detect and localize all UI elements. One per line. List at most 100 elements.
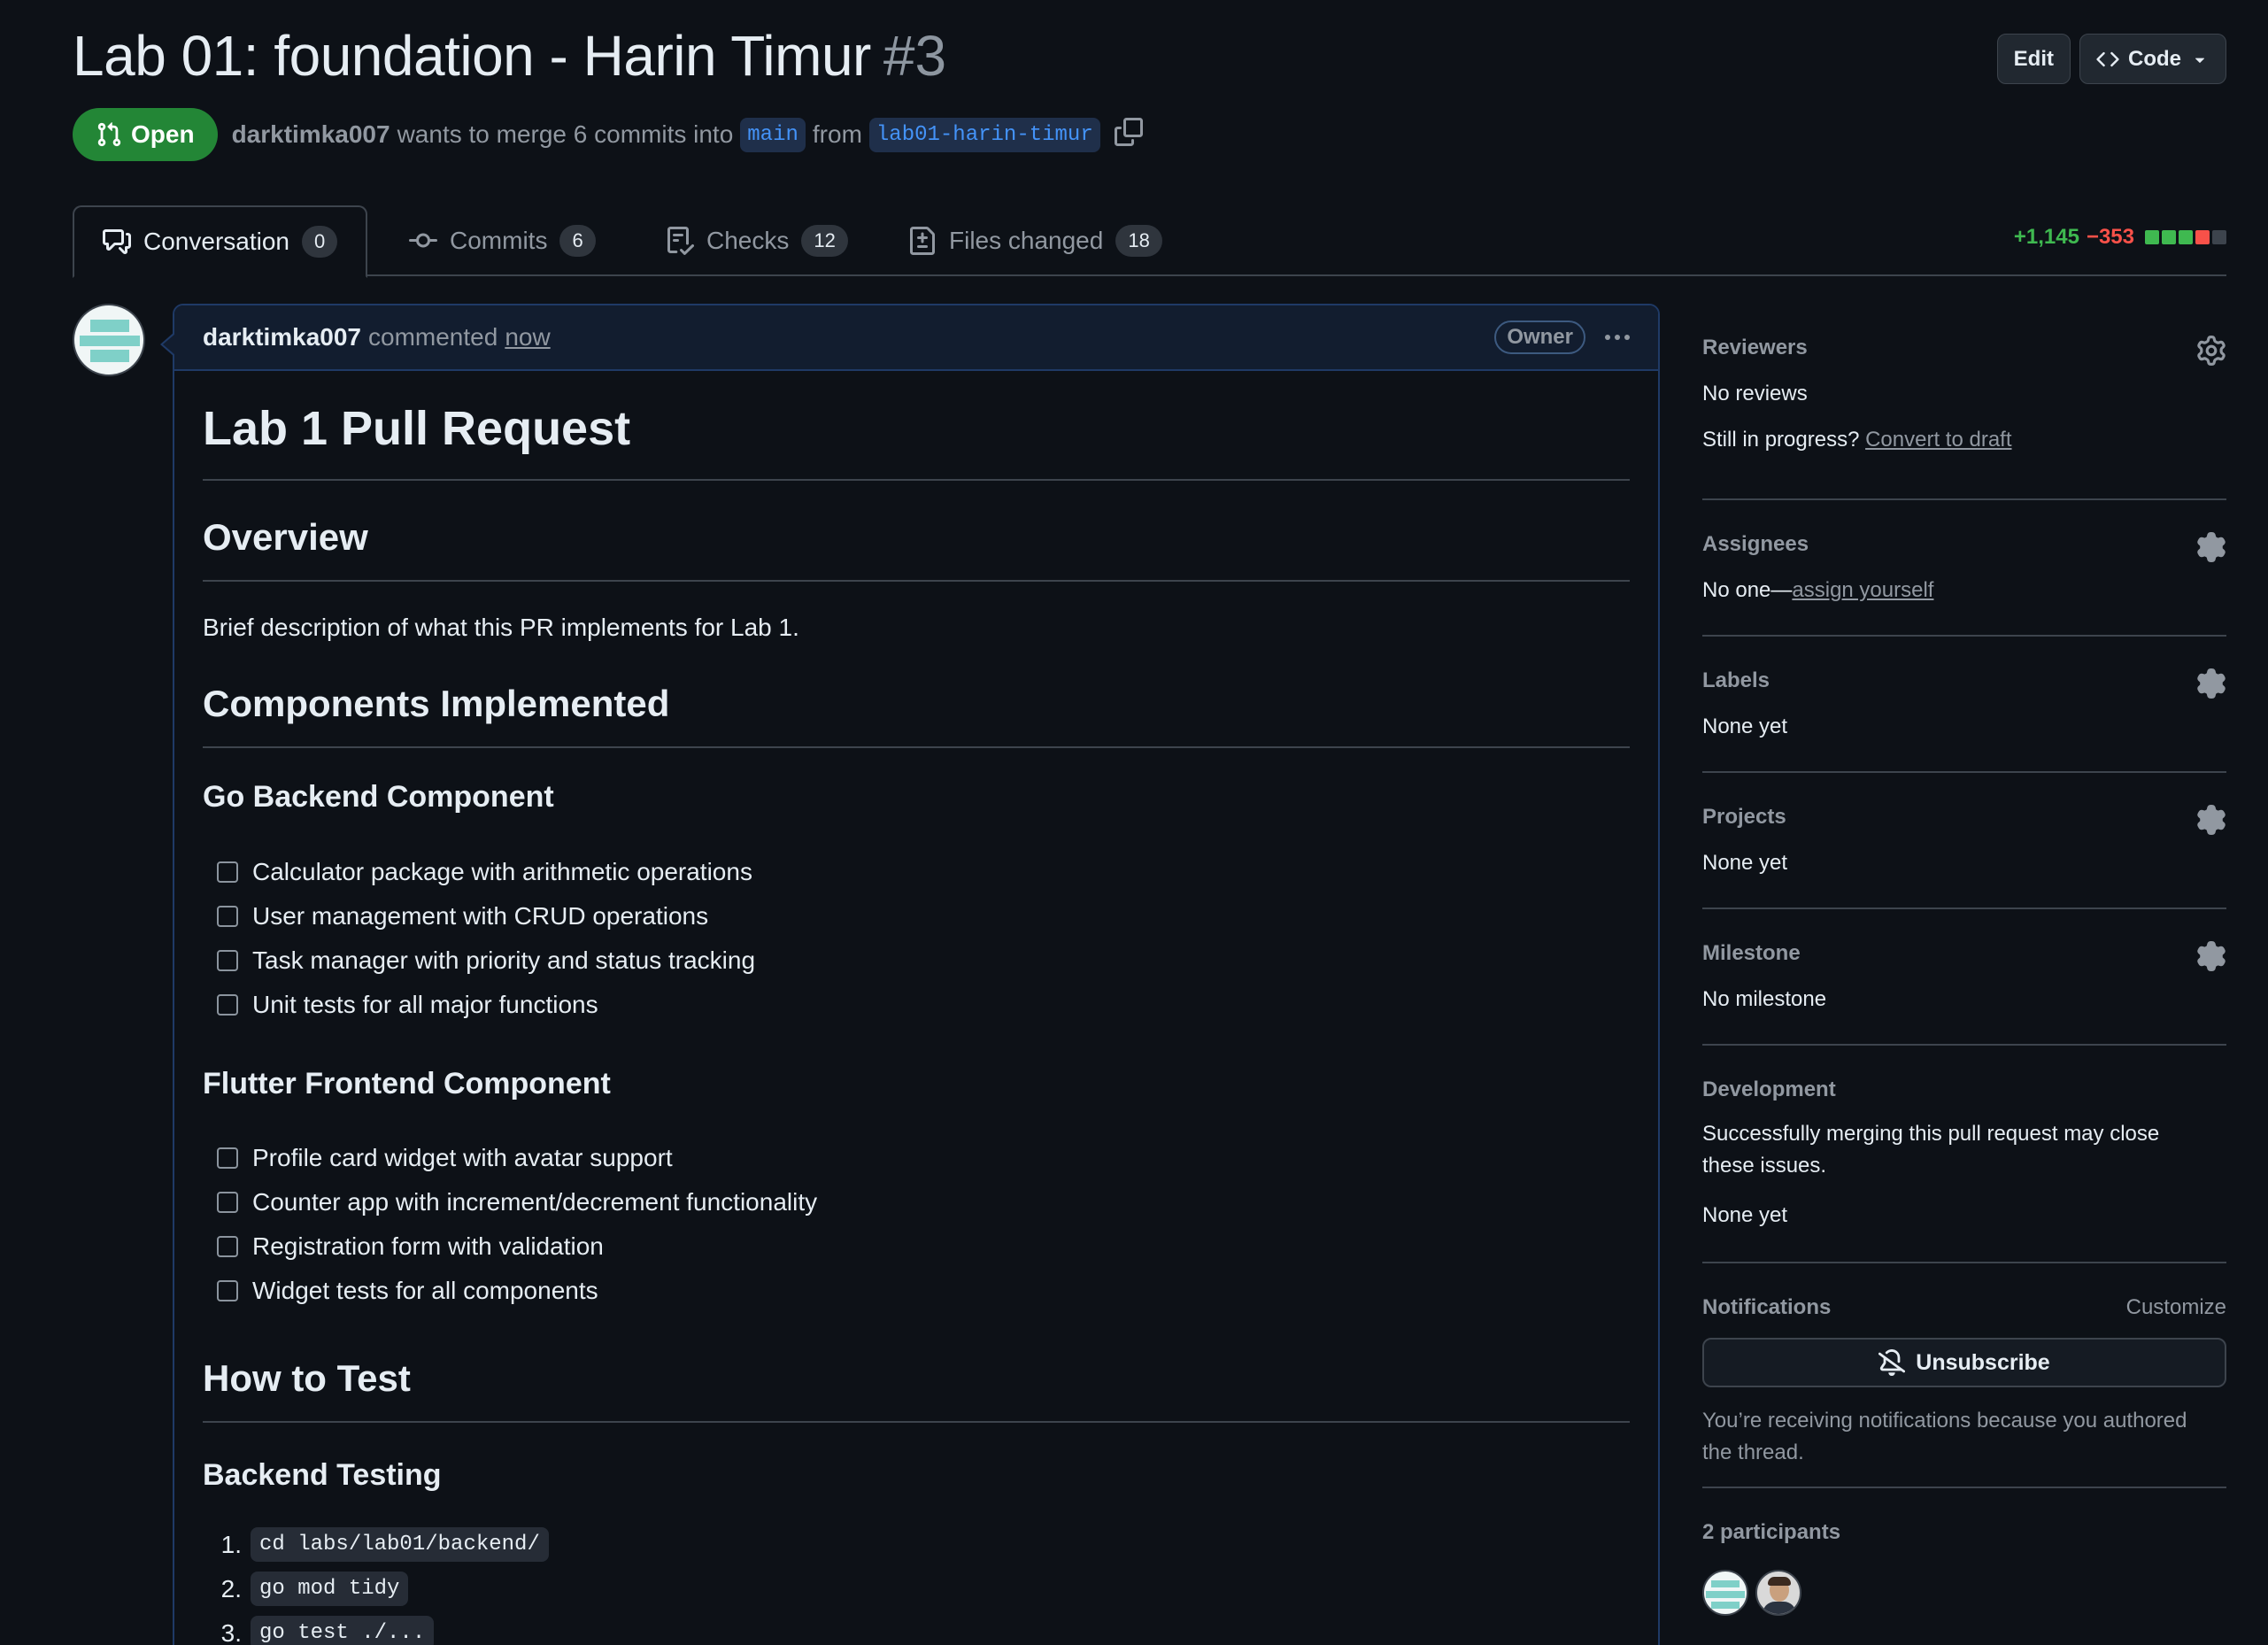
edit-button[interactable]: Edit <box>1996 34 2071 84</box>
bell-slash-icon <box>1878 1349 1906 1376</box>
task-checkbox[interactable] <box>217 1280 238 1301</box>
pr-merge-summary: darktimka007 wants to merge 6 commits in… <box>232 117 1143 152</box>
task-item: Counter app with increment/decrement fun… <box>217 1188 817 1216</box>
convert-to-draft-link[interactable]: Convert to draft <box>1865 428 2011 452</box>
participants-title: 2 participants <box>1702 1520 1841 1544</box>
flutter-heading: Flutter Frontend Component <box>203 1067 611 1101</box>
assignees-gear-icon[interactable] <box>2196 532 2226 567</box>
howto-heading: How to Test <box>203 1357 411 1399</box>
comment-timestamp[interactable]: now <box>505 323 550 351</box>
code-button[interactable]: Code <box>2079 34 2226 84</box>
tab-commits-label: Commits <box>450 227 548 254</box>
participant-avatar[interactable] <box>1702 1570 1748 1616</box>
diffstat-block <box>2145 230 2159 244</box>
task-label: Task manager with priority and status tr… <box>252 946 756 974</box>
ordered-list-item: 2. go mod tidy <box>217 1572 409 1606</box>
pr-state-label: Open <box>131 120 195 148</box>
task-label: Calculator package with arithmetic opera… <box>252 858 752 885</box>
customize-link[interactable]: Customize <box>2126 1295 2226 1320</box>
task-label: Registration form with validation <box>252 1232 604 1260</box>
copy-icon[interactable] <box>1114 117 1143 152</box>
labels-title[interactable]: Labels <box>1702 668 1770 693</box>
labels-gear-icon[interactable] <box>2196 668 2226 703</box>
owner-badge: Owner <box>1494 321 1585 354</box>
howto-divider <box>203 1421 1630 1423</box>
overview-text: Brief description of what this PR implem… <box>203 614 799 641</box>
task-label: Widget tests for all components <box>252 1277 598 1304</box>
sidebar-divider <box>1702 635 2226 637</box>
sidebar-divider <box>1702 1262 2226 1263</box>
tab-checks-label: Checks <box>706 227 790 254</box>
sidebar-divider <box>1702 1044 2226 1046</box>
task-item: Registration form with validation <box>217 1232 604 1261</box>
milestone-gear-icon[interactable] <box>2196 941 2226 976</box>
pr-title: Lab 01: foundation - Harin Timur <box>73 24 871 88</box>
unsubscribe-button[interactable]: Unsubscribe <box>1702 1338 2226 1387</box>
code-button-label: Code <box>2128 46 2181 71</box>
diffstat-deletions: −353 <box>2086 225 2134 249</box>
kebab-horizontal-icon[interactable] <box>1605 335 1630 340</box>
backend-testing-heading: Backend Testing <box>203 1458 442 1492</box>
task-checkbox[interactable] <box>217 906 238 927</box>
head-branch[interactable]: lab01-harin-timur <box>868 117 1100 152</box>
reviewers-title[interactable]: Reviewers <box>1702 336 1808 360</box>
header-actions: Edit Code <box>1996 34 2226 84</box>
triangle-down-icon <box>2195 58 2205 63</box>
components-heading: Components Implemented <box>203 683 670 724</box>
draft-prompt-row: Still in progress? Convert to draft <box>1702 424 2012 456</box>
assignees-row: No one—assign yourself <box>1702 575 1933 606</box>
task-checkbox[interactable] <box>217 1236 238 1257</box>
tab-commits-count: 6 <box>559 225 596 257</box>
projects-gear-icon[interactable] <box>2196 805 2226 839</box>
comment-verb: commented <box>368 323 498 351</box>
pr-description-comment: darktimka007 commented now Owner Lab 1 P… <box>160 304 1660 1645</box>
tab-files-changed[interactable]: Files changed 18 <box>880 205 1191 276</box>
task-item: Unit tests for all major functions <box>217 991 598 1019</box>
base-branch[interactable]: main <box>740 117 806 152</box>
notification-note-line2: the thread. <box>1702 1440 1804 1464</box>
code-icon <box>2096 51 2119 66</box>
task-label: Profile card widget with avatar support <box>252 1144 673 1171</box>
pr-meta-row: Open darktimka007 wants to merge 6 commi… <box>73 108 1143 161</box>
overview-heading: Overview <box>203 516 368 558</box>
task-checkbox[interactable] <box>217 1192 238 1213</box>
tab-checks[interactable]: Checks 12 <box>637 205 876 276</box>
pr-author-link[interactable]: darktimka007 <box>232 120 390 149</box>
reviewers-gear-icon[interactable] <box>2196 336 2226 370</box>
task-checkbox[interactable] <box>217 861 238 883</box>
task-checkbox[interactable] <box>217 994 238 1016</box>
h1-divider <box>203 479 1630 481</box>
development-title[interactable]: Development <box>1702 1077 1836 1102</box>
git-commit-icon <box>409 233 437 248</box>
projects-title[interactable]: Projects <box>1702 805 1786 830</box>
diffstat-block <box>2162 230 2176 244</box>
milestone-value: No milestone <box>1702 987 1827 1011</box>
comment-discussion-icon <box>103 229 131 254</box>
tab-commits[interactable]: Commits 6 <box>381 205 624 276</box>
assignees-title[interactable]: Assignees <box>1702 532 1809 557</box>
ordered-list-item: 3. go test ./... <box>217 1616 435 1645</box>
assign-yourself-link[interactable]: assign yourself <box>1792 578 1933 602</box>
comment-author-avatar[interactable] <box>73 304 145 376</box>
milestone-title[interactable]: Milestone <box>1702 941 1801 966</box>
draft-prompt: Still in progress? <box>1702 428 1860 452</box>
tab-files-changed-label: Files changed <box>949 227 1104 254</box>
task-item: Widget tests for all components <box>217 1277 598 1305</box>
sidebar-divider <box>1702 1487 2226 1488</box>
participant-avatar[interactable] <box>1755 1570 1801 1616</box>
task-checkbox[interactable] <box>217 1147 238 1169</box>
git-pull-request-icon <box>97 122 121 147</box>
pr-state-badge: Open <box>73 108 218 161</box>
tab-conversation[interactable]: Conversation 0 <box>73 205 368 278</box>
task-item: Calculator package with arithmetic opera… <box>217 858 752 886</box>
task-checkbox[interactable] <box>217 950 238 971</box>
tab-conversation-label: Conversation <box>143 228 289 255</box>
comment-author[interactable]: darktimka007 <box>203 323 361 351</box>
notification-note-line1: You’re receiving notifications because y… <box>1702 1409 2187 1433</box>
tab-conversation-count: 0 <box>301 226 338 258</box>
diffstat-blocks <box>2145 230 2226 244</box>
inline-code: cd labs/lab01/backend/ <box>251 1527 549 1562</box>
diffstat-block <box>2212 230 2226 244</box>
components-divider <box>203 746 1630 748</box>
inline-code: go mod tidy <box>251 1572 409 1606</box>
